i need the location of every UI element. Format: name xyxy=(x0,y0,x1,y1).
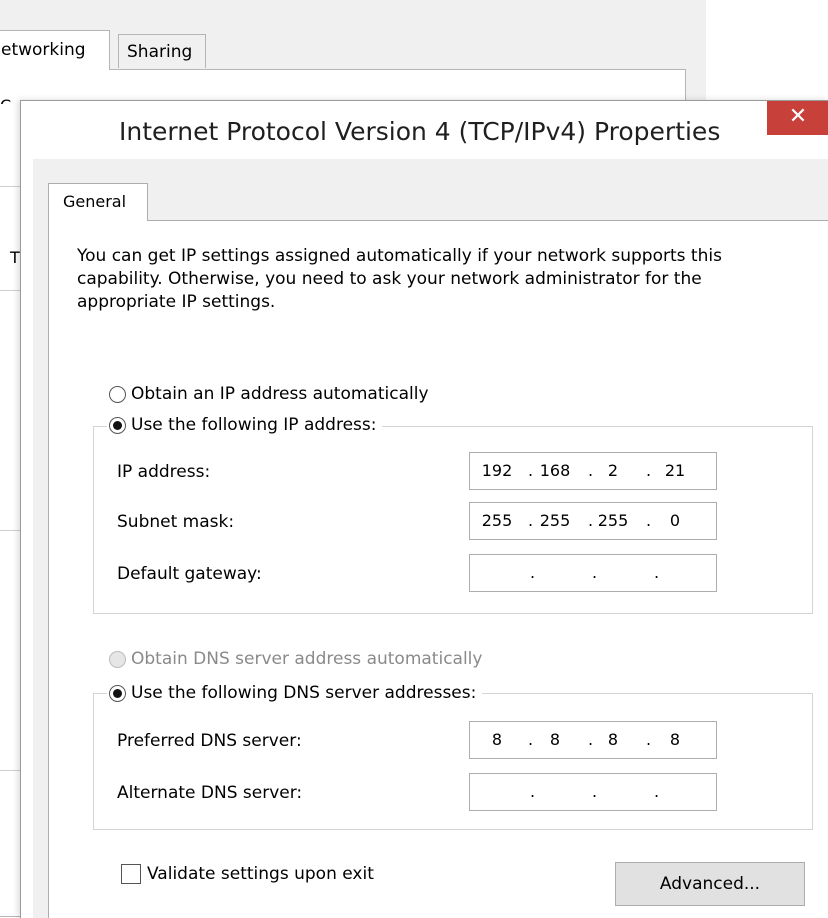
preferred-dns-octet[interactable]: 8 xyxy=(656,722,694,758)
preferred-dns-input[interactable]: 8 . 8 . 8 . 8 xyxy=(469,721,717,759)
octet-separator: . xyxy=(646,511,652,530)
octet-separator: . xyxy=(654,563,660,582)
subnet-mask-octet[interactable]: 0 xyxy=(656,503,694,539)
preferred-dns-octet[interactable]: 8 xyxy=(536,722,574,758)
close-button[interactable]: ✕ xyxy=(767,101,828,135)
octet-separator: . xyxy=(592,563,598,582)
obtain-ip-auto-radio[interactable] xyxy=(109,385,126,403)
advanced-button[interactable]: Advanced... xyxy=(615,862,805,906)
default-gateway-input[interactable]: . . . xyxy=(469,554,717,592)
subnet-mask-octet[interactable]: 255 xyxy=(594,503,632,539)
background-text-fragment: Connect using xyxy=(0,96,12,104)
octet-separator: . xyxy=(654,782,660,801)
subnet-mask-octet[interactable]: 255 xyxy=(536,503,574,539)
octet-separator: . xyxy=(530,782,536,801)
subnet-mask-label: Subnet mask: xyxy=(117,512,235,532)
tab-sharing[interactable]: Sharing xyxy=(118,34,206,68)
octet-separator: . xyxy=(530,563,536,582)
obtain-ip-auto-radio-row[interactable]: Obtain an IP address automatically xyxy=(109,384,429,404)
use-dns-radio[interactable] xyxy=(109,684,126,702)
background-label-fragment: T xyxy=(10,248,20,267)
background-divider xyxy=(0,770,20,771)
tab-networking[interactable]: etworking xyxy=(0,30,110,70)
alternate-dns-input[interactable]: . . . xyxy=(469,773,717,811)
subnet-mask-octet[interactable]: 255 xyxy=(478,503,516,539)
ip-address-octet[interactable]: 2 xyxy=(594,453,632,489)
validate-settings-row[interactable]: Validate settings upon exit xyxy=(121,864,374,884)
octet-separator: . xyxy=(646,461,652,480)
octet-separator: . xyxy=(588,511,594,530)
obtain-dns-auto-radio[interactable] xyxy=(109,650,126,668)
dialog-body: General You can get IP settings assigned… xyxy=(33,159,828,918)
use-ip-radio[interactable] xyxy=(109,416,126,434)
alternate-dns-label: Alternate DNS server: xyxy=(117,783,303,803)
validate-settings-checkbox[interactable] xyxy=(121,864,141,884)
octet-separator: . xyxy=(528,461,534,480)
preferred-dns-octet[interactable]: 8 xyxy=(594,722,632,758)
background-divider xyxy=(0,530,20,531)
ip-address-input[interactable]: 192 . 168 . 2 . 21 xyxy=(469,452,717,490)
validate-settings-label: Validate settings upon exit xyxy=(147,864,374,884)
tab-general[interactable]: General xyxy=(48,183,148,221)
default-gateway-label: Default gateway: xyxy=(117,564,262,584)
octet-separator: . xyxy=(588,461,594,480)
close-icon: ✕ xyxy=(788,104,808,129)
octet-separator: . xyxy=(528,730,534,749)
obtain-ip-auto-label: Obtain an IP address automatically xyxy=(131,384,429,404)
ip-address-octet[interactable]: 21 xyxy=(656,453,694,489)
use-dns-label: Use the following DNS server addresses: xyxy=(131,683,477,703)
ip-address-label: IP address: xyxy=(117,462,211,482)
use-dns-radio-row[interactable]: Use the following DNS server addresses: xyxy=(107,683,483,703)
general-tab-panel: You can get IP settings assigned automat… xyxy=(48,220,828,918)
octet-separator: . xyxy=(588,730,594,749)
octet-separator: . xyxy=(592,782,598,801)
octet-separator: . xyxy=(646,730,652,749)
background-divider xyxy=(0,186,20,187)
intro-text: You can get IP settings assigned automat… xyxy=(77,246,722,312)
ip-address-octet[interactable]: 168 xyxy=(536,453,574,489)
dialog-title: Internet Protocol Version 4 (TCP/IPv4) P… xyxy=(119,117,721,146)
ipv4-properties-dialog: Internet Protocol Version 4 (TCP/IPv4) P… xyxy=(20,100,828,918)
preferred-dns-octet[interactable]: 8 xyxy=(478,722,516,758)
background-divider xyxy=(0,290,20,291)
obtain-dns-auto-label: Obtain DNS server address automatically xyxy=(131,649,483,669)
use-ip-radio-row[interactable]: Use the following IP address: xyxy=(107,415,383,435)
ip-address-octet[interactable]: 192 xyxy=(478,453,516,489)
octet-separator: . xyxy=(528,511,534,530)
obtain-dns-auto-radio-row[interactable]: Obtain DNS server address automatically xyxy=(109,649,482,669)
preferred-dns-label: Preferred DNS server: xyxy=(117,731,302,751)
use-ip-label: Use the following IP address: xyxy=(131,415,377,435)
subnet-mask-input[interactable]: 255 . 255 . 255 . 0 xyxy=(469,502,717,540)
